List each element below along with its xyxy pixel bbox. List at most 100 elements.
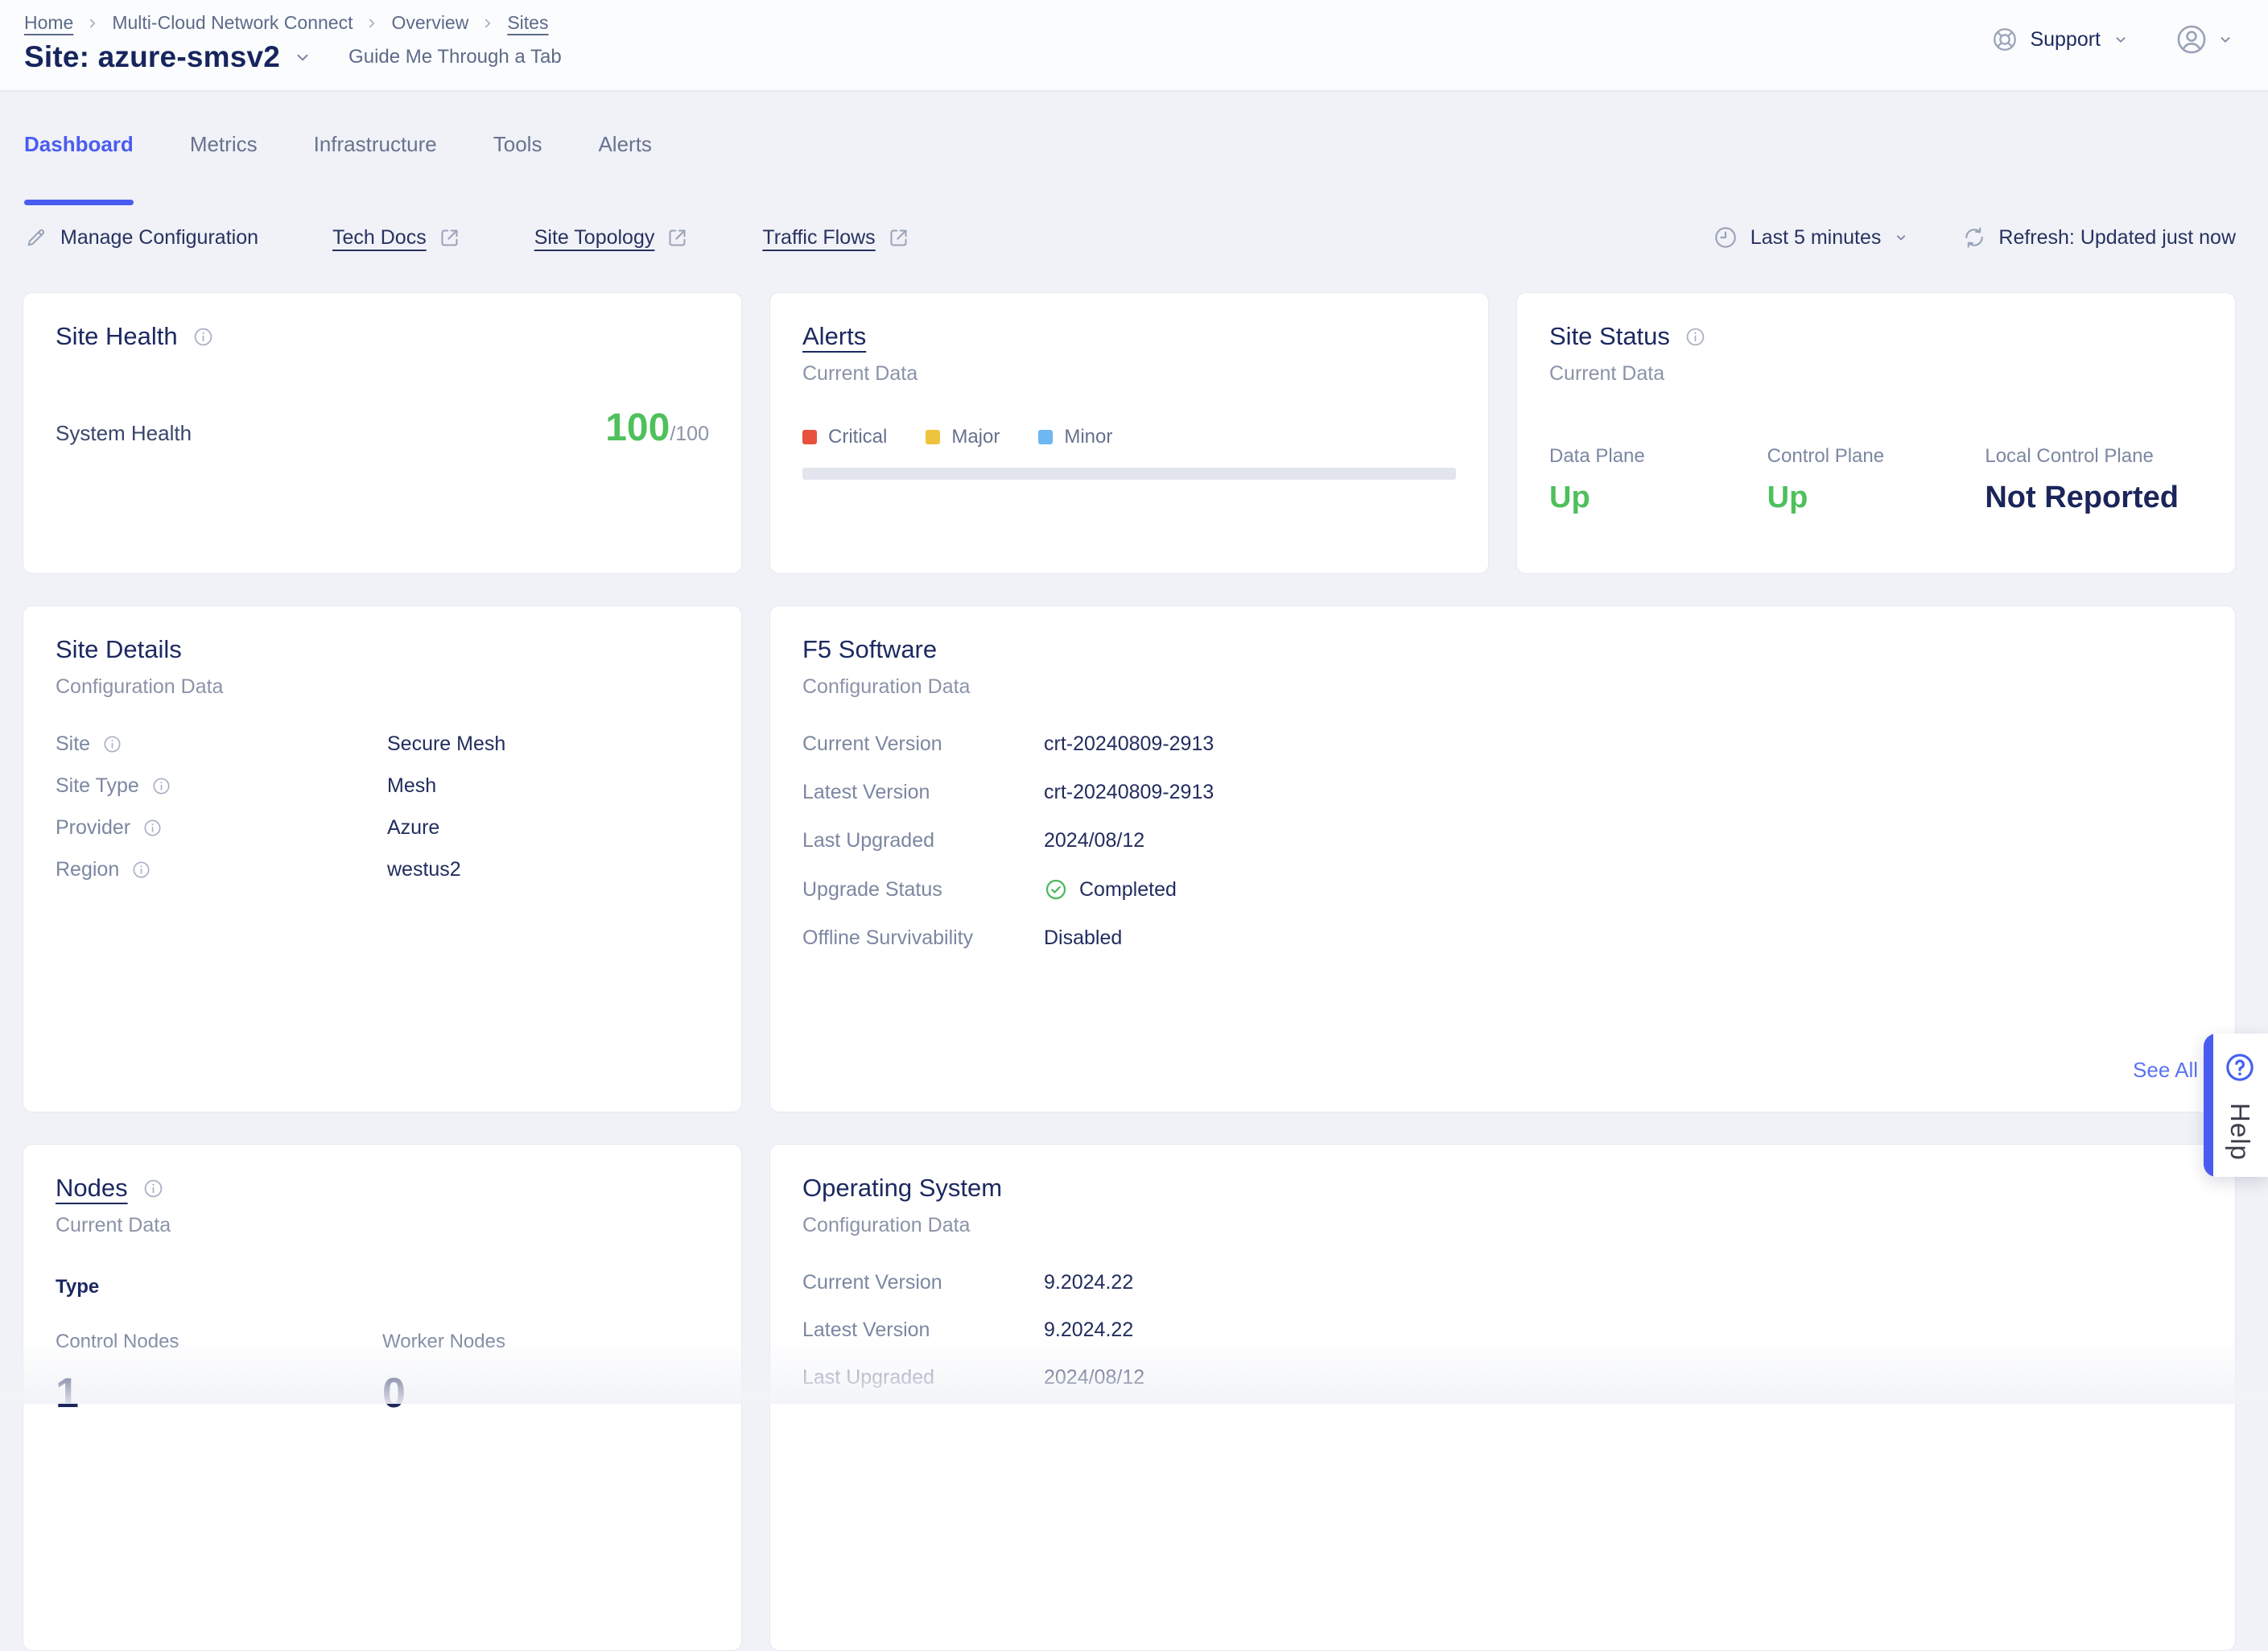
operating-system-subtitle: Configuration Data: [802, 1214, 2203, 1237]
detail-row: Last Upgraded 2024/08/12: [802, 1366, 2203, 1389]
page-title: Site: azure-smsv2: [24, 40, 280, 74]
detail-row: Offline Survivability Disabled: [802, 927, 2203, 950]
chevron-right-icon: [365, 16, 379, 31]
site-type-value: Mesh: [387, 774, 436, 798]
nodes-columns: Control Nodes 1 Worker Nodes 0: [56, 1331, 709, 1418]
detail-row: Latest Version crt-20240809-2913: [802, 781, 2203, 804]
cards-row-1: Site Health System Health 100/100 Alerts…: [23, 292, 2268, 574]
cards-row-3: Nodes Current Data Type Control Nodes 1 …: [23, 1144, 2268, 1651]
alerts-subtitle: Current Data: [802, 362, 1456, 386]
critical-label: Critical: [828, 426, 887, 448]
user-menu[interactable]: [2175, 23, 2234, 56]
info-icon[interactable]: [131, 860, 151, 880]
legend-item-critical: Critical: [802, 426, 887, 448]
tech-docs-link[interactable]: Tech Docs: [332, 226, 460, 250]
life-ring-icon: [1991, 26, 2019, 53]
score-max: /100: [670, 423, 709, 445]
traffic-flows-link[interactable]: Traffic Flows: [762, 226, 909, 250]
breadcrumb-overview[interactable]: Overview: [391, 12, 468, 34]
breadcrumb-mcn-connect[interactable]: Multi-Cloud Network Connect: [112, 12, 353, 34]
tab-label: Alerts: [598, 132, 651, 156]
refresh-icon: [1962, 225, 1986, 250]
manage-configuration-button[interactable]: Manage Configuration: [24, 225, 258, 250]
control-plane-value: Up: [1767, 481, 1986, 515]
latest-version-label: Latest Version: [802, 781, 930, 804]
control-plane-status: Control Plane Up: [1767, 445, 1986, 515]
refresh-status-label: Refresh: Updated just now: [1998, 226, 2236, 250]
header-actions: Support: [1991, 23, 2234, 56]
tab-dashboard[interactable]: Dashboard: [24, 132, 134, 205]
f5-software-card: F5 Software Configuration Data Current V…: [769, 605, 2236, 1112]
nodes-subtitle: Current Data: [56, 1214, 709, 1237]
help-label: Help: [2225, 1103, 2255, 1161]
breadcrumb-home[interactable]: Home: [24, 12, 73, 34]
os-current-version-value: 9.2024.22: [1044, 1271, 1133, 1294]
time-range-selector[interactable]: Last 5 minutes: [1713, 225, 1910, 250]
os-latest-version-label: Latest Version: [802, 1319, 930, 1342]
site-details-title: Site Details: [56, 635, 182, 664]
provider-value: Azure: [387, 816, 439, 840]
info-icon[interactable]: [142, 818, 163, 838]
tab-bar: Dashboard Metrics Infrastructure Tools A…: [0, 132, 2268, 205]
system-health-label: System Health: [56, 421, 192, 446]
info-icon[interactable]: [142, 1178, 164, 1199]
toolbar: Manage Configuration Tech Docs Site Topo…: [24, 225, 2236, 250]
os-last-upgraded-value: 2024/08/12: [1044, 1366, 1144, 1389]
guide-me-link[interactable]: Guide Me Through a Tab: [348, 46, 562, 68]
toolbar-right: Last 5 minutes Refresh: Updated just now: [1713, 225, 2236, 250]
refresh-button[interactable]: Refresh: Updated just now: [1962, 225, 2236, 250]
worker-nodes-value: 0: [382, 1369, 709, 1418]
upgrade-status-label: Upgrade Status: [802, 878, 942, 902]
alerts-card: Alerts Current Data Critical Major Minor: [769, 292, 1489, 574]
tab-label: Metrics: [190, 132, 258, 156]
breadcrumb-sites[interactable]: Sites: [507, 12, 548, 34]
system-health-score: 100/100: [605, 406, 709, 450]
site-selector-chevron-down-icon[interactable]: [292, 47, 313, 68]
control-plane-label: Control Plane: [1767, 445, 1986, 468]
alerts-stacked-bar: [802, 468, 1456, 480]
chevron-right-icon: [480, 16, 495, 31]
manage-configuration-label: Manage Configuration: [60, 226, 258, 250]
legend-item-minor: Minor: [1038, 426, 1112, 448]
upgrade-status-value: Completed: [1079, 878, 1177, 902]
score-value: 100: [605, 407, 670, 449]
help-tab[interactable]: Help: [2204, 1034, 2268, 1177]
nodes-title-link[interactable]: Nodes: [56, 1174, 128, 1203]
external-link-icon: [439, 227, 460, 249]
info-icon[interactable]: [1685, 326, 1706, 348]
local-control-plane-status: Local Control Plane Not Reported: [1985, 445, 2203, 515]
operating-system-title: Operating System: [802, 1174, 1002, 1203]
tab-metrics[interactable]: Metrics: [190, 132, 258, 205]
help-accent-bar: [2204, 1034, 2213, 1177]
tab-label: Infrastructure: [314, 132, 437, 156]
chevron-down-icon: [1893, 229, 1909, 246]
support-label: Support: [2030, 28, 2101, 52]
last-upgraded-label: Last Upgraded: [802, 829, 934, 852]
current-version-label: Current Version: [802, 733, 942, 756]
info-icon[interactable]: [192, 326, 214, 348]
data-plane-status: Data Plane Up: [1549, 445, 1767, 515]
operating-system-rows: Current Version 9.2024.22 Latest Version…: [802, 1271, 2203, 1389]
latest-version-value: crt-20240809-2913: [1044, 781, 1214, 804]
f5-software-subtitle: Configuration Data: [802, 675, 2203, 699]
detail-row: Current Version 9.2024.22: [802, 1271, 2203, 1294]
local-control-plane-label: Local Control Plane: [1985, 445, 2203, 468]
worker-nodes-stat: Worker Nodes 0: [382, 1331, 709, 1418]
info-icon[interactable]: [151, 776, 171, 796]
tab-tools[interactable]: Tools: [493, 132, 542, 205]
site-status-subtitle: Current Data: [1549, 362, 2203, 386]
minor-label: Minor: [1064, 426, 1112, 448]
nodes-card: Nodes Current Data Type Control Nodes 1 …: [23, 1144, 742, 1651]
local-control-plane-value: Not Reported: [1985, 481, 2203, 515]
detail-row: Site Type Mesh: [56, 774, 709, 798]
tab-alerts[interactable]: Alerts: [598, 132, 651, 205]
alerts-legend: Critical Major Minor: [802, 426, 1456, 448]
pencil-icon: [24, 225, 48, 250]
alerts-title-link[interactable]: Alerts: [802, 322, 866, 351]
tab-infrastructure[interactable]: Infrastructure: [314, 132, 437, 205]
site-details-card: Site Details Configuration Data Site Sec…: [23, 605, 742, 1112]
support-menu[interactable]: Support: [1991, 26, 2130, 53]
info-icon[interactable]: [102, 734, 122, 754]
see-all-link[interactable]: See All: [2133, 1058, 2198, 1083]
site-topology-link[interactable]: Site Topology: [534, 226, 689, 250]
